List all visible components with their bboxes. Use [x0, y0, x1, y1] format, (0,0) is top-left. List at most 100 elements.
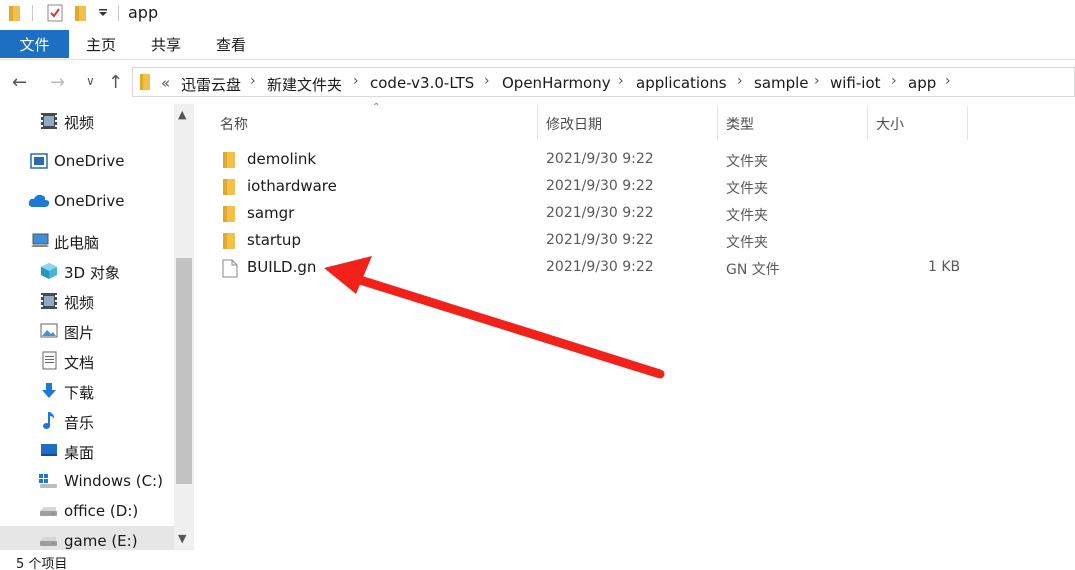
- forward-arrow-icon[interactable]: →: [50, 72, 65, 93]
- file-type: 文件夹: [726, 235, 768, 251]
- column-divider[interactable]: [717, 106, 718, 140]
- sidebar-item-label: 视频: [64, 114, 95, 132]
- breadcrumb-chevron-icon[interactable]: ›: [353, 73, 359, 89]
- breadcrumb-item[interactable]: OpenHarmony: [502, 74, 611, 92]
- ribbon-tabs: 文件 主页 共享 查看: [0, 30, 1075, 60]
- file-name: BUILD.gn: [247, 258, 317, 276]
- new-folder-icon[interactable]: [74, 4, 88, 22]
- column-header-name[interactable]: 名称: [220, 114, 248, 134]
- breadcrumb-chevron-icon[interactable]: ›: [737, 73, 743, 89]
- sidebar-item-label: 文档: [64, 354, 95, 372]
- tab-file[interactable]: 文件: [0, 30, 69, 58]
- sidebar-item-onedrive-personal[interactable]: OneDrive: [0, 186, 174, 216]
- sidebar-item-label: 图片: [64, 324, 95, 342]
- sidebar-item-desktop[interactable]: 桌面: [0, 436, 174, 466]
- sidebar-item-this-pc[interactable]: 此电脑: [0, 226, 174, 256]
- file-modified: 2021/9/30 9:22: [546, 232, 654, 248]
- breadcrumb-item[interactable]: sample: [754, 74, 809, 92]
- sidebar-item-label: Windows (C:): [64, 472, 163, 490]
- tab-share[interactable]: 共享: [151, 30, 181, 58]
- sidebar-item-music[interactable]: 音乐: [0, 406, 174, 436]
- file-modified: 2021/9/30 9:22: [546, 205, 654, 221]
- up-arrow-icon[interactable]: ↑: [108, 72, 123, 93]
- breadcrumb-chevron-icon[interactable]: ›: [484, 73, 490, 89]
- title-bar: app: [0, 0, 1075, 28]
- drive-icon: [40, 537, 57, 546]
- sidebar-item-label: game (E:): [64, 532, 138, 550]
- scrollbar-thumb[interactable]: [176, 258, 192, 484]
- breadcrumb-item[interactable]: 新建文件夹: [267, 74, 342, 95]
- navigation-bar: ← → ∨ ↑ « 迅雷云盘 › 新建文件夹 › code-v3.0-LTS ›…: [0, 62, 1075, 104]
- folder-icon: [223, 179, 235, 195]
- file-name: samgr: [247, 204, 295, 222]
- sidebar-item-drive-d[interactable]: office (D:): [0, 496, 174, 526]
- navigation-pane: 视频 OneDrive OneDrive 此电脑 3D 对象 视频 图片 文档 …: [0, 104, 196, 556]
- column-header-type[interactable]: 类型: [726, 114, 754, 134]
- sidebar-item-downloads[interactable]: 下载: [0, 376, 174, 406]
- sidebar-scrollbar[interactable]: ▲ ▼: [174, 104, 194, 550]
- file-name: iothardware: [247, 177, 337, 195]
- sidebar-item-3d-objects[interactable]: 3D 对象: [0, 256, 174, 286]
- breadcrumb-item[interactable]: app: [908, 74, 936, 92]
- file-row[interactable]: BUILD.gn 2021/9/30 9:22 GN 文件 1 KB: [216, 254, 976, 281]
- folder-icon: [140, 74, 150, 90]
- column-header-modified[interactable]: 修改日期: [546, 114, 602, 134]
- breadcrumb-item[interactable]: 迅雷云盘: [181, 74, 241, 95]
- sidebar-item-documents[interactable]: 文档: [0, 346, 174, 376]
- window-title: app: [128, 3, 159, 22]
- breadcrumb-chevron-icon[interactable]: ›: [945, 73, 951, 89]
- drive-icon: [40, 507, 57, 516]
- address-bar[interactable]: « 迅雷云盘 › 新建文件夹 › code-v3.0-LTS › OpenHar…: [132, 67, 1075, 97]
- file-row[interactable]: demolink 2021/9/30 9:22 文件夹: [216, 146, 976, 173]
- breadcrumb-item[interactable]: code-v3.0-LTS: [370, 74, 474, 92]
- properties-icon[interactable]: [46, 3, 64, 23]
- sidebar-item-label: 3D 对象: [64, 264, 120, 282]
- status-bar: 5 个项目: [0, 550, 1075, 570]
- windows-drive-icon: [39, 474, 57, 488]
- breadcrumb-overflow[interactable]: «: [161, 74, 170, 92]
- folder-icon: [223, 206, 235, 222]
- file-type: GN 文件: [726, 262, 780, 278]
- column-divider[interactable]: [537, 106, 538, 140]
- column-divider[interactable]: [967, 106, 968, 140]
- music-icon: [43, 412, 55, 429]
- back-arrow-icon[interactable]: ←: [12, 72, 27, 93]
- sidebar-item-videos-pc[interactable]: 视频: [0, 286, 174, 316]
- recent-locations-chevron-icon[interactable]: ∨: [86, 74, 95, 88]
- file-row[interactable]: samgr 2021/9/30 9:22 文件夹: [216, 200, 976, 227]
- breadcrumb-chevron-icon[interactable]: ›: [618, 73, 624, 89]
- divider: [118, 5, 119, 21]
- sidebar-item-onedrive[interactable]: OneDrive: [0, 146, 174, 176]
- sidebar-item-drive-c[interactable]: Windows (C:): [0, 466, 174, 496]
- file-modified: 2021/9/30 9:22: [546, 259, 654, 275]
- breadcrumb-chevron-icon[interactable]: ›: [891, 73, 897, 89]
- sidebar-item-label: 此电脑: [54, 234, 100, 252]
- column-header-size[interactable]: 大小: [876, 114, 904, 134]
- file-modified: 2021/9/30 9:22: [546, 151, 654, 167]
- breadcrumb-item[interactable]: applications: [636, 74, 727, 92]
- breadcrumb-chevron-icon[interactable]: ›: [250, 73, 256, 89]
- sidebar-item-label: 音乐: [64, 414, 95, 432]
- tab-view[interactable]: 查看: [216, 30, 246, 58]
- file-row[interactable]: startup 2021/9/30 9:22 文件夹: [216, 227, 976, 254]
- column-divider[interactable]: [867, 106, 868, 140]
- customize-dropdown-icon[interactable]: [98, 8, 108, 18]
- scroll-up-arrow-icon[interactable]: ▲: [178, 108, 186, 121]
- file-name: demolink: [247, 150, 317, 168]
- file-row[interactable]: iothardware 2021/9/30 9:22 文件夹: [216, 173, 976, 200]
- video-icon: [41, 113, 57, 129]
- video-icon: [41, 293, 57, 309]
- computer-icon: [31, 233, 49, 247]
- sidebar-item-videos[interactable]: 视频: [0, 106, 174, 136]
- folder-icon: [223, 152, 235, 168]
- folder-icon: [9, 6, 20, 21]
- scroll-down-arrow-icon[interactable]: ▼: [178, 532, 186, 545]
- file-type: 文件夹: [726, 208, 768, 224]
- breadcrumb-chevron-icon[interactable]: ›: [814, 73, 820, 89]
- sidebar-item-label: OneDrive: [54, 152, 125, 170]
- tab-home[interactable]: 主页: [86, 30, 116, 58]
- breadcrumb-item[interactable]: wifi-iot: [830, 74, 881, 92]
- pictures-icon: [40, 323, 58, 338]
- sidebar-item-pictures[interactable]: 图片: [0, 316, 174, 346]
- file-type: 文件夹: [726, 181, 768, 197]
